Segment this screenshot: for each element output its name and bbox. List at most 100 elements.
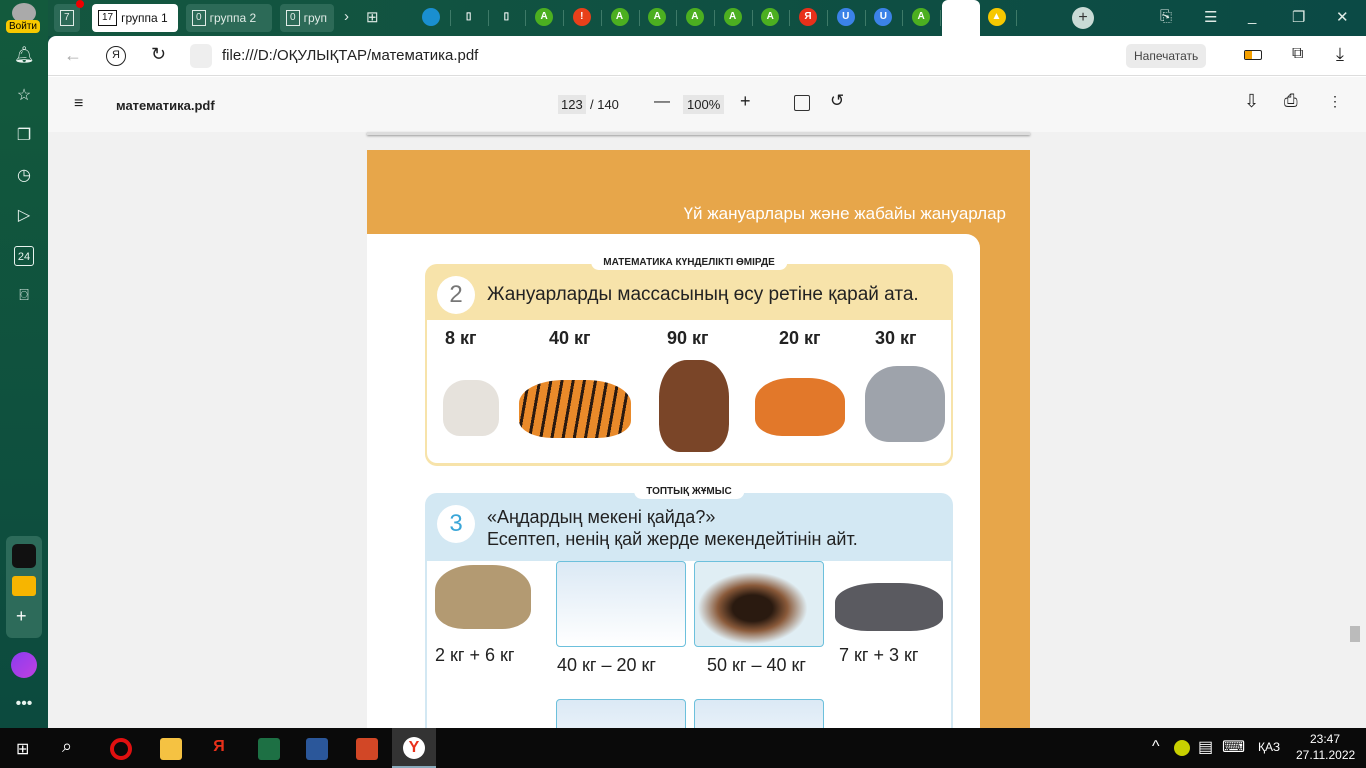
taskbar: ⊞ ⌕ Я Y ^ ▤ ⌨ ҚАЗ 23:47 27.11.2022 <box>0 728 1366 768</box>
restore-icon[interactable]: ❐ <box>1292 8 1305 26</box>
keyboard-icon[interactable]: ⌨ <box>1222 737 1245 757</box>
news-icon[interactable]: 24 <box>14 246 34 266</box>
home-tab[interactable]: 7 <box>54 4 80 32</box>
group-label: группа 2 <box>209 11 257 25</box>
clock-time[interactable]: 23:47 <box>1310 732 1340 746</box>
tab-group-1[interactable]: 17 группа 1 <box>92 4 178 32</box>
tab-favicon[interactable]: U <box>874 8 893 26</box>
expression: 7 кг + 3 кг <box>839 645 919 665</box>
tab-favicon[interactable]: U <box>836 8 855 26</box>
close-icon[interactable]: ✕ <box>1336 8 1349 26</box>
habitat-image <box>694 699 824 728</box>
rotate-icon[interactable]: ↺ <box>830 91 844 111</box>
tab-favicon[interactable]: Я <box>799 8 817 26</box>
star-icon[interactable]: ☆ <box>14 86 34 106</box>
yandex-icon[interactable]: Я <box>106 46 126 66</box>
notifications-icon[interactable]: ▤ <box>1198 737 1213 757</box>
login-button[interactable]: Войти <box>6 20 40 33</box>
video-icon[interactable]: ▷ <box>14 206 34 226</box>
tab-separator <box>487 10 489 26</box>
language-indicator[interactable]: ҚАЗ <box>1258 740 1280 754</box>
download-icon[interactable]: ⤓ <box>1336 44 1344 65</box>
screenshot-icon[interactable]: ⌼ <box>14 286 34 306</box>
page-number-input[interactable]: 123 <box>558 95 586 114</box>
history-icon[interactable]: ◷ <box>14 166 34 186</box>
battery-icon[interactable] <box>1244 50 1262 60</box>
exercise-subtitle: Есептеп, ненің қай жерде мекендейтінін а… <box>487 529 858 549</box>
fit-page-icon[interactable] <box>794 95 810 111</box>
word-icon[interactable] <box>306 738 328 760</box>
zoom-in-button[interactable]: + <box>740 91 751 112</box>
tab-favicon[interactable]: A <box>648 8 667 26</box>
opera-icon[interactable] <box>110 738 132 760</box>
tab-favicon[interactable]: ▯ <box>460 8 478 26</box>
tab-separator <box>1015 10 1017 26</box>
tab-favicon[interactable] <box>422 8 440 26</box>
app-icon[interactable] <box>12 544 36 568</box>
minimize-icon[interactable]: _ <box>1248 8 1256 25</box>
tab-favicon[interactable]: A <box>685 8 704 26</box>
tab-group-2[interactable]: 0 группа 2 <box>186 4 272 32</box>
search-icon[interactable]: ⌕ <box>62 736 72 757</box>
sidebar: Войти 🔔︎ ☆ ❐ ◷ ▷ 24 ⌼ + ••• <box>0 0 48 728</box>
tab-favicon[interactable]: ! <box>572 8 591 26</box>
excel-icon[interactable] <box>258 738 280 760</box>
animal-row: 8 кг 40 кг 90 кг 20 кг 30 кг <box>427 320 951 463</box>
bookmarks-icon[interactable]: ⎘ <box>1160 8 1172 25</box>
total-pages: / 140 <box>590 97 619 112</box>
tab-favicon[interactable]: ▲ <box>987 8 1006 26</box>
more-options-icon[interactable]: ⋮ <box>1328 93 1342 110</box>
back-icon[interactable]: ← <box>64 45 82 66</box>
reload-icon[interactable]: ↻ <box>151 44 166 65</box>
expression: 2 кг + 6 кг <box>435 645 515 665</box>
tab-favicon[interactable]: A <box>723 8 742 26</box>
mail-icon[interactable] <box>12 576 36 596</box>
previous-page <box>367 132 1030 135</box>
tab-favicon[interactable]: ▯ <box>497 8 515 26</box>
powerpoint-icon[interactable] <box>356 738 378 760</box>
tray-chevron-icon[interactable]: ^ <box>1152 738 1160 756</box>
menu-icon[interactable]: ☰ <box>1204 8 1217 26</box>
more-icon[interactable]: ••• <box>14 694 34 714</box>
tab-separator <box>600 10 602 26</box>
tab-group-3[interactable]: 0 груп <box>280 4 334 32</box>
add-app-icon[interactable]: + <box>16 606 27 627</box>
url-field[interactable]: file:///D:/ОҚУЛЫҚТАР/математика.pdf <box>222 47 478 64</box>
alice-icon[interactable] <box>11 652 37 678</box>
extensions-icon[interactable]: ⧉ <box>1292 45 1303 63</box>
weight-label: 40 кг <box>549 328 591 348</box>
burrow-image <box>694 561 824 647</box>
tray-app-icon[interactable] <box>1174 740 1190 756</box>
menu-icon[interactable]: ≡ <box>74 95 83 113</box>
tab-favicon[interactable]: A <box>610 8 629 26</box>
group-label: группа 1 <box>121 11 168 25</box>
badger-image <box>835 583 943 631</box>
tab-favicon[interactable]: A <box>761 8 780 26</box>
zoom-out-button[interactable]: — <box>654 93 670 111</box>
explorer-icon[interactable] <box>160 738 182 760</box>
collections-icon[interactable]: ❐ <box>14 126 34 146</box>
new-group-icon[interactable]: ⊞ <box>366 8 379 26</box>
tab-favicon[interactable]: A <box>912 8 931 26</box>
tab-favicon[interactable]: A <box>535 8 554 26</box>
print-icon[interactable]: ⎙ <box>1284 91 1298 111</box>
bell-icon[interactable]: 🔔︎ <box>14 46 34 66</box>
exercise-2: МАТЕМАТИКА КҮНДЕЛІКТІ ӨМІРДЕ 2 Жануарлар… <box>425 255 953 466</box>
yandex-icon[interactable]: Я <box>208 738 230 760</box>
address-bar: ← Я ↻ file:///D:/ОҚУЛЫҚТАР/математика.pd… <box>48 36 1366 76</box>
yandex-browser-taskbar[interactable]: Y <box>392 728 436 768</box>
download-icon[interactable]: ⇩ <box>1244 91 1259 112</box>
exercise-tag: ТОПТЫҚ ЖҰМЫС <box>634 484 744 499</box>
pdf-toolbar: ≡ математика.pdf 123 / 140 — 100% + ↺ ⇩ … <box>48 77 1366 132</box>
clock-date[interactable]: 27.11.2022 <box>1296 748 1355 762</box>
exercise-number: 3 <box>437 505 475 543</box>
chevron-right-icon[interactable]: › <box>344 8 349 25</box>
active-tab[interactable] <box>942 0 980 36</box>
start-icon[interactable]: ⊞ <box>16 739 29 759</box>
print-button[interactable]: Напечатать <box>1126 44 1207 68</box>
zoom-input[interactable]: 100% <box>683 95 725 114</box>
exercise-title: «Аңдардың мекені қайда?» <box>487 507 716 527</box>
new-tab-button[interactable]: + <box>1072 7 1094 29</box>
tab-separator <box>864 10 866 26</box>
scrollbar-thumb[interactable] <box>1350 626 1360 642</box>
